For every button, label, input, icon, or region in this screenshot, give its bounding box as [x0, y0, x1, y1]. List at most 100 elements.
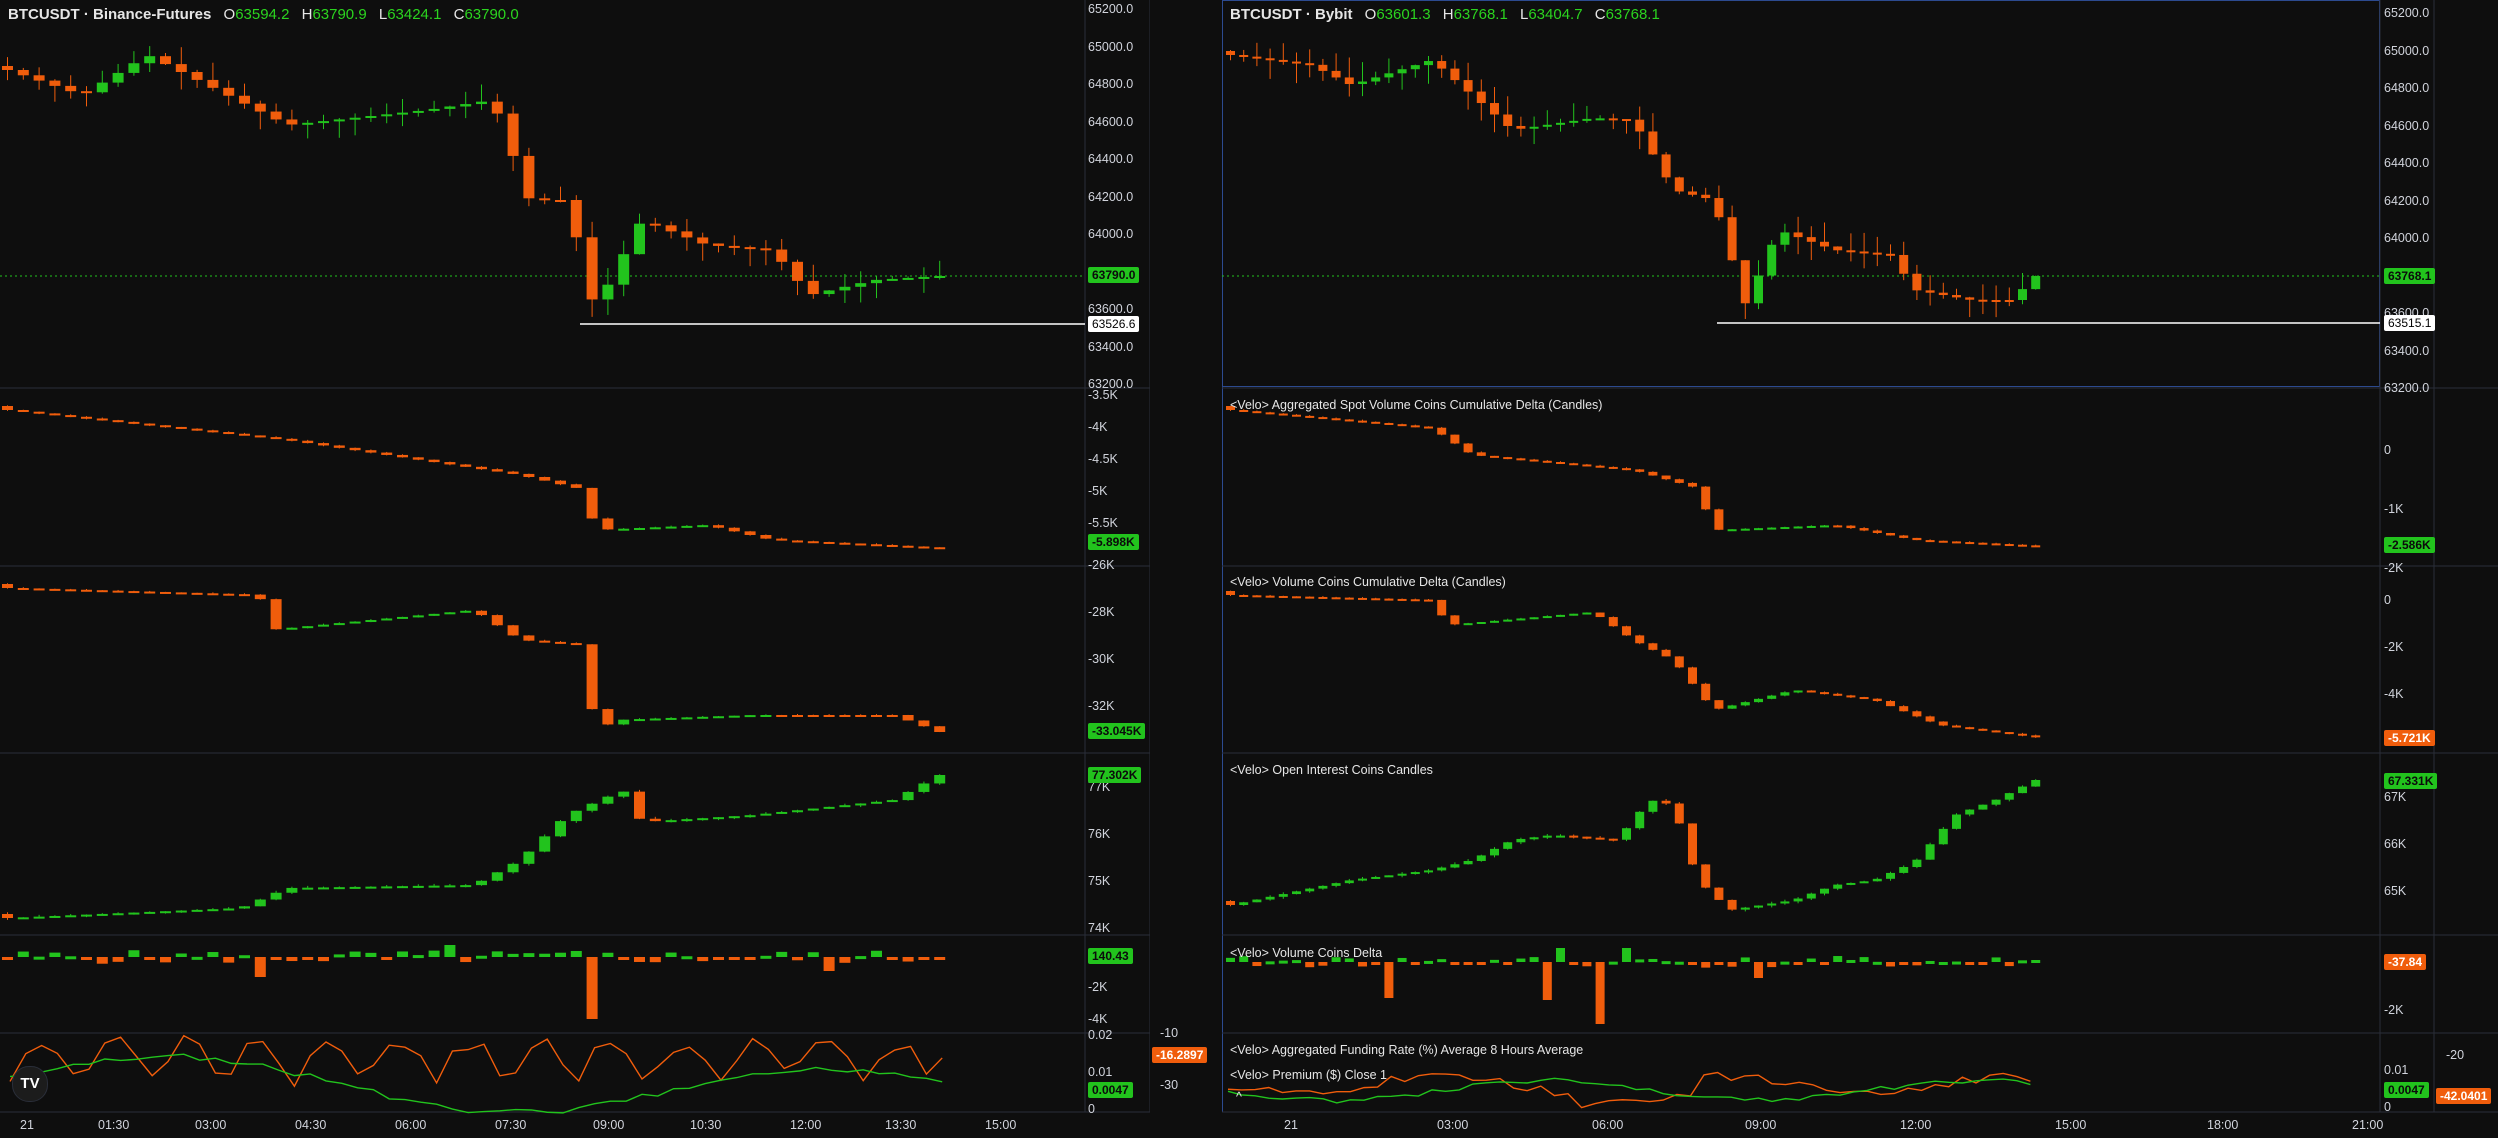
time-axis-label: 18:00	[2207, 1118, 2239, 1132]
pane4-candle	[1595, 837, 1605, 840]
pane2-candle	[254, 435, 266, 438]
volume-delta-bar	[1424, 960, 1433, 964]
price-candle	[1278, 59, 1288, 62]
pane4-candle	[934, 775, 946, 784]
pane3-axis-label: -28K	[1088, 605, 1115, 619]
price-candle	[2, 66, 13, 70]
pane2-candle	[1846, 525, 1856, 529]
pane3-candle	[1397, 598, 1407, 601]
price-axis-label: 65200.0	[2384, 6, 2430, 20]
pane3-candle	[1371, 598, 1381, 601]
volume-delta-bar	[1833, 956, 1843, 962]
price-candle	[1701, 194, 1711, 199]
pane3-candle	[2031, 735, 2041, 738]
volume-delta-bar	[1820, 962, 1829, 965]
pane3-candle	[128, 591, 140, 594]
left-chart-canvas[interactable]	[0, 0, 1150, 1138]
pane4-candle	[1806, 893, 1816, 899]
pane3-candle	[1701, 683, 1711, 701]
pane2-candle	[1595, 465, 1605, 468]
volume-delta-bar	[128, 950, 140, 957]
pane3-candle	[112, 590, 124, 593]
time-axis-label: 12:00	[1900, 1118, 1932, 1132]
volume-delta-bar	[649, 957, 661, 963]
pane3-candle	[270, 599, 282, 630]
price-candle	[444, 106, 456, 109]
collapse-pane-icon[interactable]: ^	[1236, 1090, 1242, 1104]
pane2-axis-label: -5.5K	[1088, 516, 1118, 530]
time-axis-label: 21:00	[2352, 1118, 2384, 1132]
price-candle	[1608, 118, 1618, 121]
tradingview-logo-icon[interactable]: TV	[12, 1066, 48, 1102]
pane4-candle	[855, 803, 867, 806]
volume-delta-bar	[1569, 962, 1579, 965]
volume-delta-bar	[49, 952, 61, 957]
price-candle	[1833, 246, 1843, 251]
pane3-candle	[1622, 626, 1631, 636]
pane6-secondary-last-tag: -42.0401	[2436, 1088, 2492, 1104]
pane2-candle	[1820, 525, 1829, 528]
volume-delta-bar	[460, 957, 472, 963]
right-chart-panel[interactable]: BTCUSDT · Bybit O63601.3 H63768.1 L63404…	[1222, 0, 2498, 1138]
funding-rate-pane-title[interactable]: <Velo> Aggregated Funding Rate (%) Avera…	[1230, 1043, 1583, 1057]
open-interest-pane-title[interactable]: <Velo> Open Interest Coins Candles	[1230, 763, 1433, 777]
price-candle	[1859, 251, 1869, 254]
price-candle	[697, 237, 709, 244]
pane2-candle	[1859, 528, 1869, 531]
pane2-candle	[1740, 528, 1750, 531]
pane3-axis-label: -26K	[1088, 558, 1115, 572]
price-candle	[381, 114, 393, 117]
pane3-candle	[1793, 690, 1803, 693]
price-axis-label: 65200.0	[1088, 2, 1134, 16]
pane2-candle	[1503, 457, 1513, 460]
pane3-candle	[1859, 697, 1869, 700]
price-candle	[902, 277, 914, 280]
price-candle	[1344, 77, 1354, 85]
symbol-name[interactable]: BTCUSDT · Binance-Futures	[8, 6, 211, 23]
pane2-candle	[412, 457, 424, 460]
price-candle	[65, 85, 77, 92]
pane3-candle	[1978, 728, 1988, 731]
pane3-candle	[570, 643, 582, 646]
volume-delta-bar	[1516, 958, 1526, 962]
volume-delta-pane-title[interactable]: <Velo> Volume Coins Delta	[1230, 946, 1382, 960]
volume-delta-bar	[81, 957, 92, 960]
pane4-candle	[1516, 838, 1526, 843]
last-price-tag: 63768.1	[2384, 268, 2436, 284]
pane4-candle	[1490, 848, 1499, 856]
symbol-name[interactable]: BTCUSDT · Bybit	[1230, 6, 1353, 23]
pane4-candle	[1476, 855, 1486, 861]
volume-delta-bar	[2018, 960, 2027, 964]
pane4-candle	[444, 885, 456, 888]
volume-delta-bar	[254, 957, 266, 977]
pane4-candle	[1358, 878, 1367, 881]
pane2-candle	[886, 544, 898, 547]
pane4-candle	[1740, 907, 1750, 910]
volume-delta-bar	[144, 957, 156, 960]
pane2-candle	[1556, 462, 1565, 465]
price-candle	[1476, 91, 1486, 104]
spot-cvd-pane-title[interactable]: <Velo> Aggregated Spot Volume Coins Cumu…	[1230, 398, 1602, 412]
pane2-candle	[1899, 535, 1909, 538]
left-chart-panel[interactable]: BTCUSDT · Binance-Futures O63594.2 H6379…	[0, 0, 1150, 1138]
pane3-candle	[1582, 612, 1592, 615]
cvd-pane-title[interactable]: <Velo> Volume Coins Cumulative Delta (Ca…	[1230, 575, 1506, 589]
right-chart-canvas[interactable]	[1222, 0, 2498, 1138]
close-label: C	[1594, 6, 1606, 23]
pane3-candle	[144, 591, 156, 594]
volume-delta-bar	[381, 957, 393, 960]
pane3-candle	[681, 717, 693, 720]
price-candle	[886, 278, 898, 281]
volume-delta-bar	[1846, 959, 1856, 963]
pane2-candle	[1965, 542, 1975, 545]
pane4-candle	[365, 886, 377, 889]
pane4-candle	[1938, 828, 1948, 845]
pane2-candle	[2004, 544, 2014, 547]
pane4-candle	[902, 791, 914, 801]
cursor-price-tag: 63526.6	[1088, 316, 1140, 332]
pane4-candle	[1991, 799, 2001, 805]
premium-pane-title[interactable]: <Velo> Premium ($) Close 1	[1230, 1068, 1387, 1082]
price-candle	[1965, 297, 1975, 300]
pane3-candle	[1344, 597, 1354, 600]
price-candle	[744, 247, 756, 250]
